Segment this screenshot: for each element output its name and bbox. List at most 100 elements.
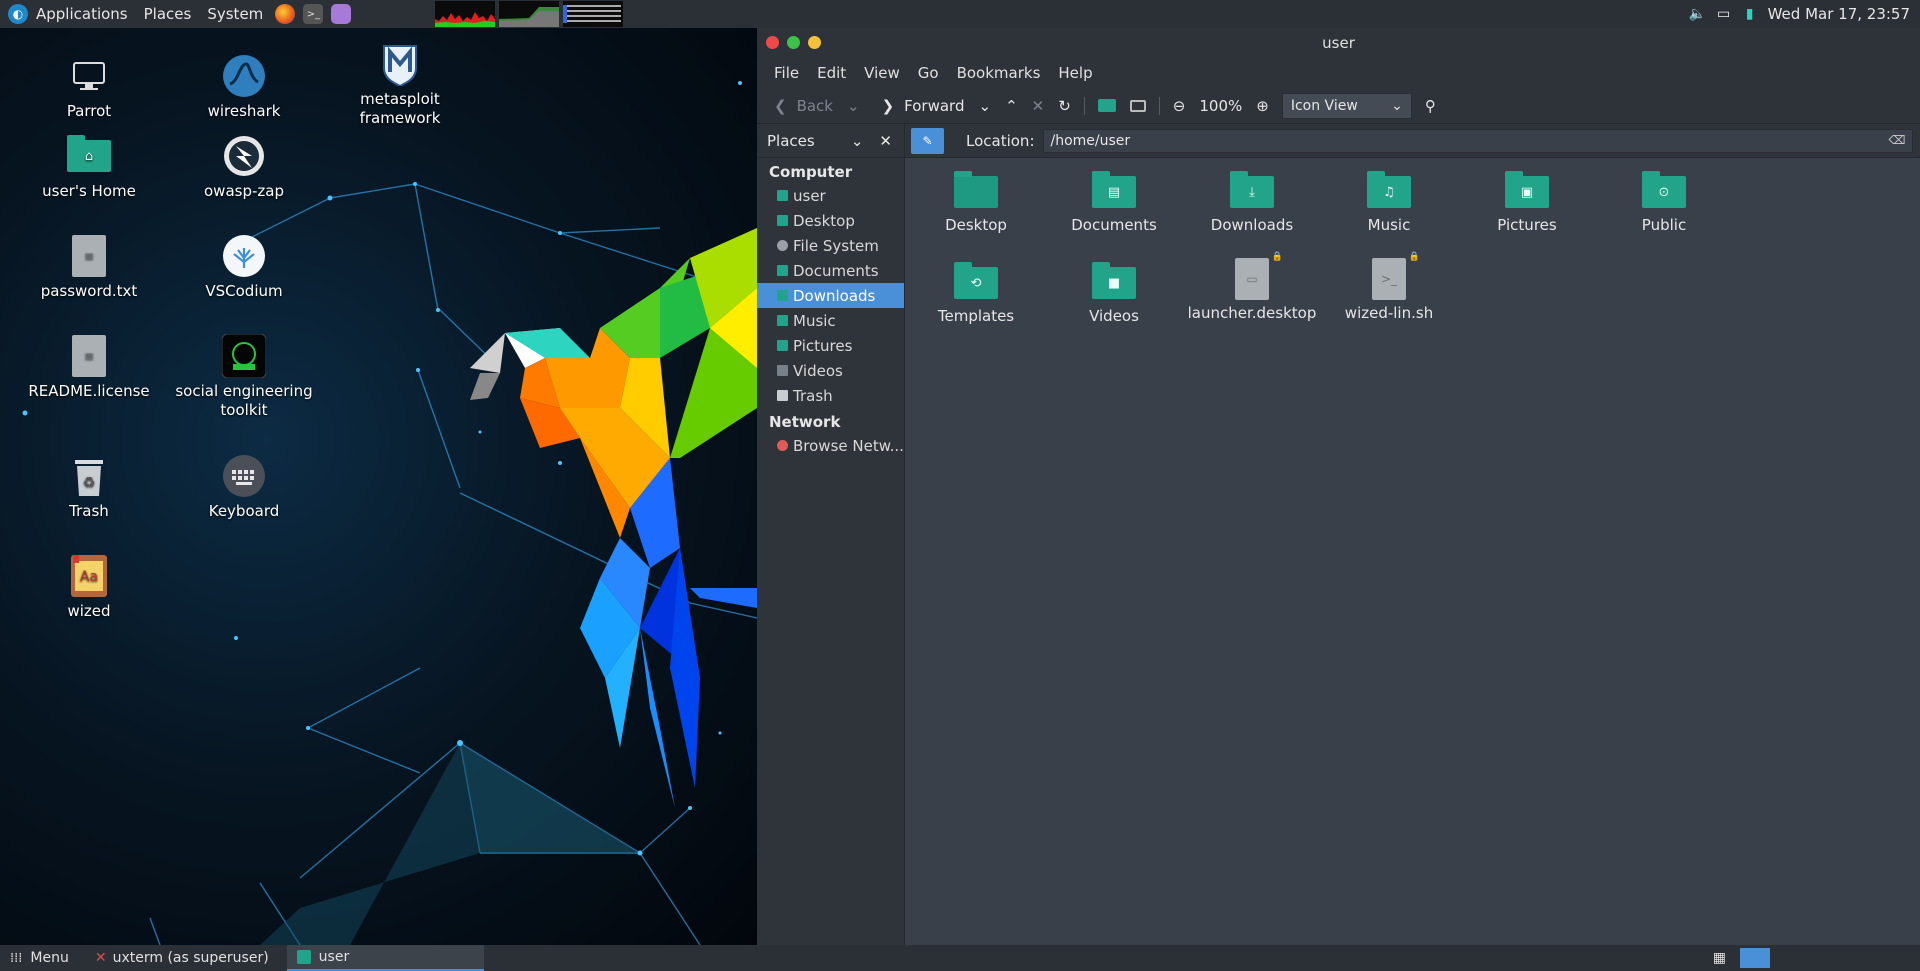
file-manager-window[interactable]: user File Edit View Go Bookmarks Help ❮ … [757,28,1920,945]
computer-button[interactable] [1123,92,1153,120]
file-item-downloads[interactable]: ⤓ Downloads [1182,171,1322,234]
location-toggle-button[interactable]: ✎ [911,127,944,154]
places-menu[interactable]: Places [136,0,200,28]
desktop-icon-wireshark[interactable]: wireshark [169,54,319,121]
forward-history-dropdown[interactable]: ⌄ [971,92,998,120]
show-desktop-icon[interactable]: ▦ [1713,950,1726,966]
desktop-icon-metasploit[interactable]: metasploit framework [325,42,475,128]
file-item-public[interactable]: ⊙ Public [1594,171,1734,234]
memory-monitor-graph[interactable] [499,1,560,27]
sidebar-type-dropdown[interactable]: ⌄ [851,132,864,150]
file-item-wized-lin-sh[interactable]: >_ 🔒 wized-lin.sh [1319,252,1459,322]
zoom-in-button[interactable]: ⊕ [1249,92,1276,120]
desktop[interactable]: Parrot wireshark metasploit framework ⌂ … [0,28,757,945]
system-menu[interactable]: System [199,0,271,28]
downloads-folder-icon [777,290,788,301]
file-item-templates[interactable]: ⟲ Templates [906,262,1046,325]
desktop-icon-set[interactable]: social engineering toolkit [169,334,319,420]
file-item-documents[interactable]: ▤ Documents [1044,171,1184,234]
file-item-desktop[interactable]: Desktop [906,171,1046,234]
terminal-icon[interactable]: >_ [303,4,324,24]
file-item-launcher-desktop[interactable]: ▭ 🔒 launcher.desktop [1182,252,1322,322]
search-button[interactable]: ⚲ [1418,92,1443,120]
desktop-icon-owasp-zap[interactable]: owasp-zap [169,134,319,201]
desktop-icon-label: README.license [28,382,150,400]
back-button[interactable]: ❮ Back [767,92,840,120]
desktop-icon-parrot[interactable]: Parrot [14,54,164,121]
sidebar-item-file-system[interactable]: File System [757,233,904,258]
desktop-icon-wized[interactable]: Aa wized [14,554,164,621]
desktop-icon-label: wized [67,602,111,620]
sidebar-item-desktop[interactable]: Desktop [757,208,904,233]
menu-view[interactable]: View [855,64,909,82]
close-window-button[interactable] [766,36,779,49]
sidebar-item-browse-network[interactable]: Browse Netw... [757,433,904,458]
menu-file[interactable]: File [765,64,808,82]
location-input[interactable]: /home/user ⌫ [1042,128,1913,153]
set-icon [222,334,266,378]
video-icon [777,365,788,376]
battery-icon[interactable]: ▮ [1742,6,1758,22]
file-item-music[interactable]: ♫ Music [1319,171,1459,234]
desktop-icon-readme[interactable]: ≡ README.license [14,334,164,401]
font-icon: Aa [67,554,111,598]
menu-button[interactable]: ⁞⁞⁞ Menu [0,945,79,971]
desktop-icon-label: wireshark [207,102,281,120]
file-view[interactable]: ✎ Location: /home/user ⌫ Desktop ▤ Docum… [905,124,1920,945]
sidebar-item-label: Desktop [793,211,855,230]
applications-menu[interactable]: ◐ Applications [0,0,136,28]
chevron-down-icon: ⌄ [847,96,860,115]
zoom-level[interactable]: 100% [1192,92,1249,120]
music-folder-icon: ♫ [1367,171,1411,208]
desktop-icon-home[interactable]: ⌂ user's Home [14,134,164,201]
volume-icon[interactable]: 🔈 [1689,6,1706,22]
back-history-dropdown[interactable]: ⌄ [840,92,867,120]
sidebar-item-documents[interactable]: Documents [757,258,904,283]
up-button[interactable]: ⌃ [998,92,1025,120]
view-mode-select[interactable]: Icon View ⌄ [1281,92,1412,119]
cpu-monitor-graph[interactable] [435,1,496,27]
desktop-icon-keyboard[interactable]: Keyboard [169,454,319,521]
file-item-videos[interactable]: ■ Videos [1044,262,1184,325]
desktop-icon-vscodium[interactable]: VSCodium [169,234,319,301]
sidebar-item-music[interactable]: Music [757,308,904,333]
file-name: Public [1641,216,1687,234]
sidebar-item-label: File System [793,236,879,255]
clock[interactable]: Wed Mar 17, 23:57 [1768,5,1910,23]
music-folder-icon [777,315,788,326]
file-item-pictures[interactable]: ▣ Pictures [1457,171,1597,234]
sidebar-item-pictures[interactable]: Pictures [757,333,904,358]
maximize-window-button[interactable] [787,36,800,49]
desktop-icon-label: metasploit framework [359,90,441,127]
clear-location-icon[interactable]: ⌫ [1889,133,1906,147]
desktop-icon-password-txt[interactable]: ≡ password.txt [14,234,164,301]
taskbar-item-user[interactable]: user [286,945,484,971]
zoom-out-button[interactable]: ⊖ [1166,92,1193,120]
network-monitor-graph[interactable] [563,1,624,27]
sidebar-item-user[interactable]: user [757,183,904,208]
menu-edit[interactable]: Edit [808,64,855,82]
minimize-window-button[interactable] [808,36,821,49]
taskbar-item-uxterm[interactable]: ✕ uxterm (as superuser) [85,945,279,971]
chevron-down-icon: ⌄ [1391,97,1403,114]
forward-button[interactable]: ❯ Forward [875,92,972,120]
desktop-icon-trash[interactable]: ♻ Trash [14,454,164,521]
sidebar-item-videos[interactable]: Videos [757,358,904,383]
sidebar-item-trash[interactable]: Trash [757,383,904,408]
sidebar-section-computer: Computer [769,163,853,181]
display-icon[interactable]: ▭ [1716,6,1732,22]
menu-go[interactable]: Go [909,64,948,82]
text-editor-icon[interactable] [331,4,352,24]
reload-button[interactable]: ↻ [1051,92,1078,120]
pictures-folder-icon [777,340,788,351]
task-label: user [318,949,350,965]
firefox-icon[interactable] [275,4,296,24]
window-titlebar[interactable]: user [757,28,1920,58]
menu-bookmarks[interactable]: Bookmarks [948,64,1050,82]
home-button[interactable] [1091,92,1123,120]
menu-help[interactable]: Help [1049,64,1101,82]
close-sidebar-button[interactable]: ✕ [879,132,892,150]
sidebar-item-downloads[interactable]: Downloads [757,283,904,308]
workspace-switcher[interactable] [1740,948,1770,968]
stop-button[interactable]: ✕ [1025,92,1052,120]
